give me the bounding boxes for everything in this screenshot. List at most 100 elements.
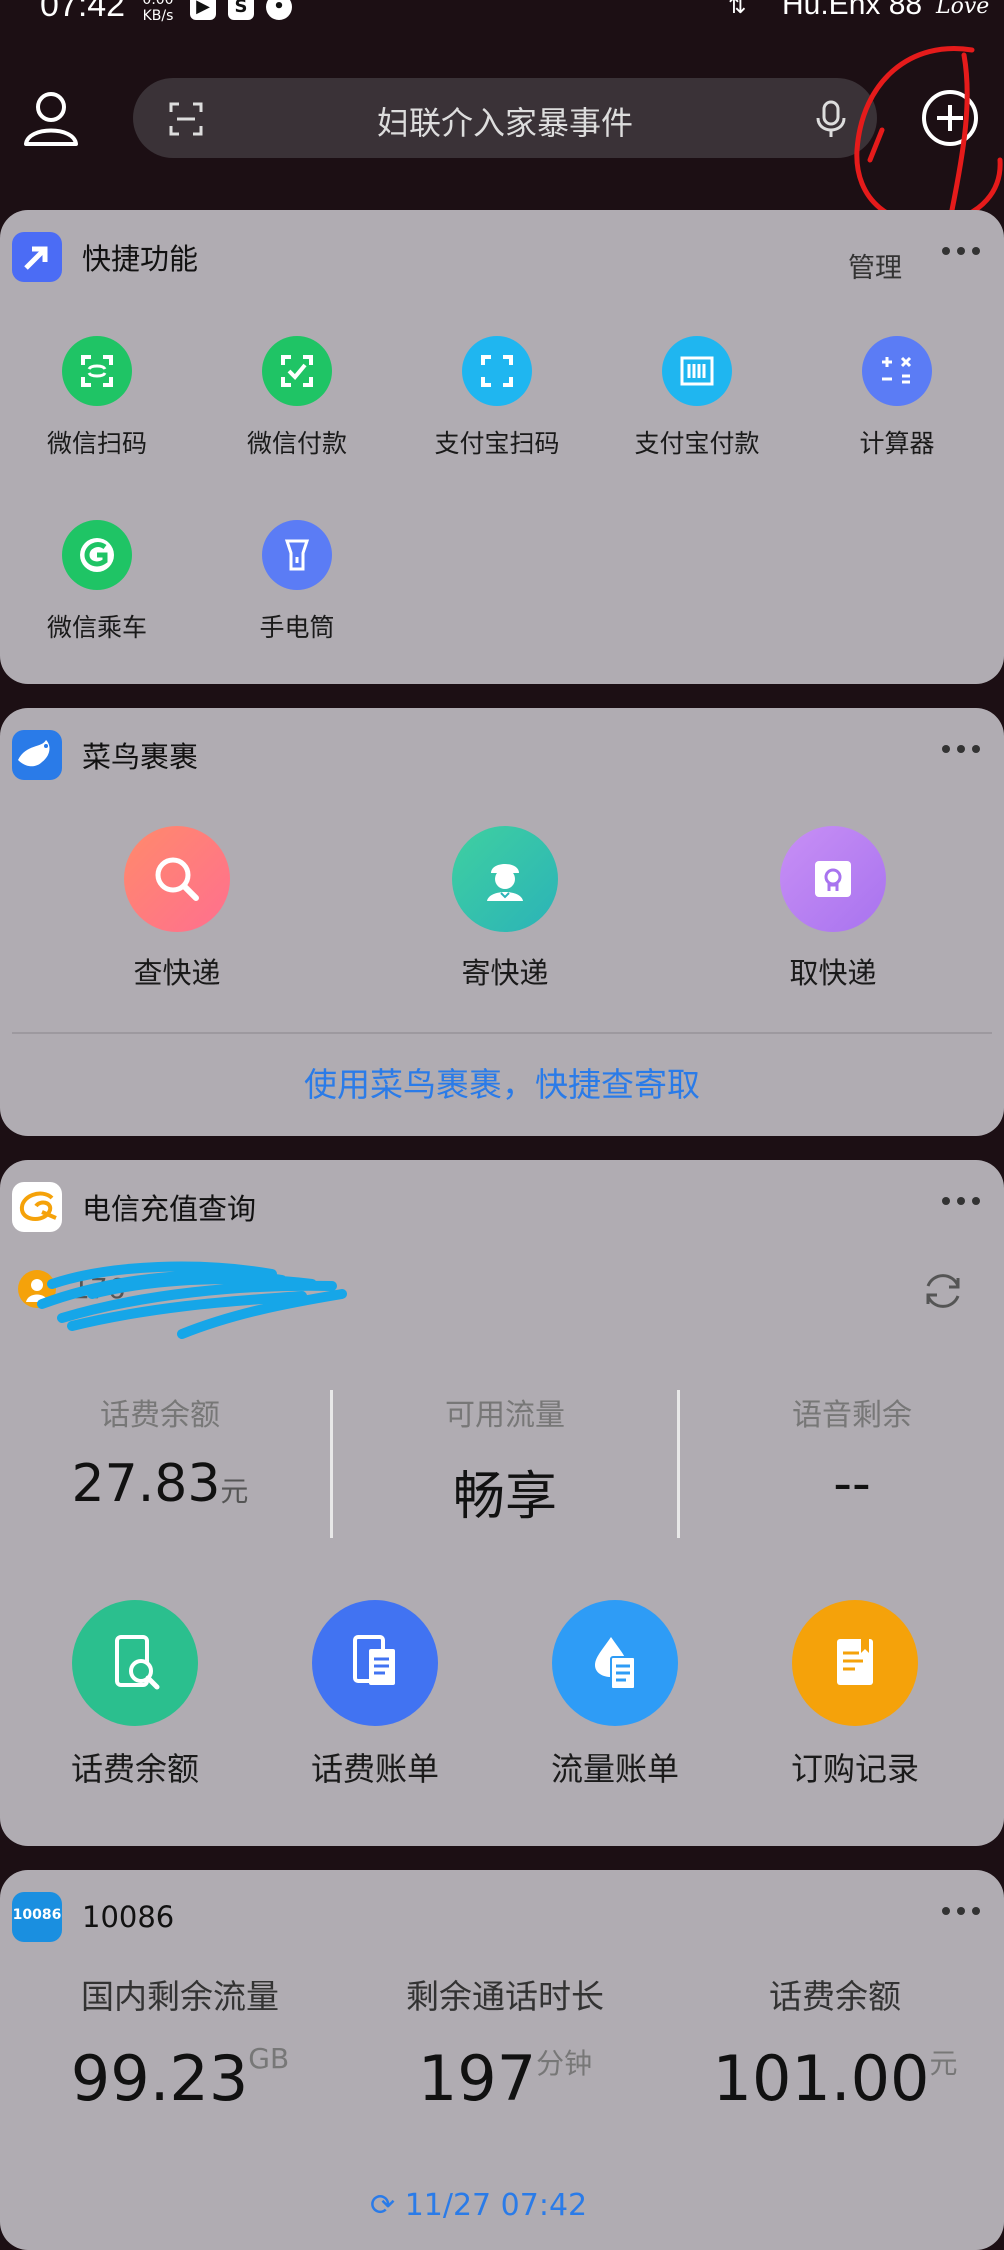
- shortcut-label: 微信付款: [246, 429, 347, 458]
- stat-phone-balance[interactable]: 话费余额 101.00元: [690, 1970, 980, 2115]
- network-speed-unit: KB/s: [142, 8, 174, 24]
- alipay-pay-icon: [662, 336, 732, 406]
- redaction-scribble: [37, 1261, 347, 1339]
- stat-unit: 元: [220, 1475, 249, 1508]
- cainiao-title: 菜鸟裹裹: [82, 740, 199, 774]
- shortcut-label: 支付宝付款: [634, 429, 760, 458]
- pickup-package-button[interactable]: 取快递: [733, 826, 933, 992]
- cainiao-bird-logo: [12, 730, 62, 780]
- love-text: Love: [936, 0, 990, 19]
- chat-bubble-icon: •: [266, 0, 292, 20]
- send-package-button[interactable]: 寄快递: [405, 826, 605, 992]
- stat-balance[interactable]: 话费余额 27.83元: [20, 1390, 300, 1514]
- divider: [12, 1032, 992, 1034]
- sync-icon: ⟳: [370, 2188, 396, 2223]
- more-options-icon[interactable]: [942, 1190, 990, 1205]
- profile-button[interactable]: [22, 88, 80, 146]
- stat-label: 话费余额: [769, 1977, 901, 2016]
- shortcut-wechat-ride[interactable]: 微信乘车: [17, 520, 177, 644]
- shortcut-flashlight[interactable]: 手电筒: [217, 520, 377, 644]
- telecom-title: 电信充值查询: [82, 1192, 257, 1226]
- add-button[interactable]: [920, 88, 980, 148]
- cmcc-title: 10086: [82, 1900, 175, 1934]
- shortcut-label: 手电筒: [259, 613, 335, 642]
- bill-icon: [312, 1600, 438, 1726]
- flashlight-icon: [262, 520, 332, 590]
- action-label: 订购记录: [790, 1750, 919, 1788]
- telecom-card: 电信充值查询 176 话费余额 27.83元 可用流量 畅享 语音剩余 -- 话…: [0, 1160, 1004, 1846]
- shortcut-calculator[interactable]: 计算器: [817, 336, 977, 460]
- shortcut-label: 微信扫码: [46, 429, 147, 458]
- stat-label: 话费余额: [100, 1398, 220, 1433]
- shortcut-label: 支付宝扫码: [434, 429, 560, 458]
- update-time[interactable]: ⟳ 11/27 07:42: [370, 2188, 587, 2223]
- query-package-button[interactable]: 查快递: [77, 826, 277, 992]
- shortcut-wechat-pay[interactable]: 微信付款: [217, 336, 377, 460]
- stat-value: 101.00元: [690, 2042, 980, 2115]
- courier-icon: [452, 826, 558, 932]
- wechat-pay-icon: [262, 336, 332, 406]
- china-mobile-logo: 10086: [12, 1892, 62, 1942]
- action-label: 话费余额: [70, 1750, 199, 1788]
- order-record-button[interactable]: 订购记录: [755, 1600, 955, 1790]
- divider: [330, 1390, 333, 1538]
- order-record-icon: [792, 1600, 918, 1726]
- more-options-icon[interactable]: [942, 240, 990, 255]
- shortcut-alipay-scan[interactable]: 支付宝扫码: [417, 336, 577, 460]
- stat-number: 畅享: [452, 1467, 557, 1527]
- network-speed: 0.00 KB/s: [138, 0, 178, 24]
- soul-app-icon: S: [228, 0, 254, 20]
- stat-value: --: [712, 1454, 992, 1514]
- wechat-scan-icon: [62, 336, 132, 406]
- action-label: 寄快递: [461, 956, 549, 990]
- phone-bill-button[interactable]: 话费账单: [275, 1600, 475, 1790]
- action-label: 流量账单: [550, 1750, 679, 1788]
- stat-value: 畅享: [365, 1454, 645, 1529]
- status-time: 07:42: [40, 0, 126, 24]
- stat-unit: 分钟: [536, 2047, 593, 2080]
- notification-icons: ▶ S •: [190, 0, 292, 20]
- stat-label: 可用流量: [445, 1398, 565, 1433]
- stat-label: 国内剩余流量: [81, 1977, 279, 2016]
- stat-call-time[interactable]: 剩余通话时长 197分钟: [365, 1970, 645, 2115]
- stat-remaining-data[interactable]: 国内剩余流量 99.23GB: [40, 1970, 320, 2115]
- more-options-icon[interactable]: [942, 738, 990, 753]
- stat-unit: 元: [929, 2047, 958, 2080]
- action-label: 话费账单: [310, 1750, 439, 1788]
- manage-link[interactable]: 管理: [848, 246, 902, 285]
- shortcut-alipay-pay[interactable]: 支付宝付款: [617, 336, 777, 460]
- logo-text: 10086: [12, 1907, 62, 1923]
- signal-icon: ⇅: [728, 0, 747, 19]
- shortcut-label: 微信乘车: [46, 613, 147, 642]
- cainiao-promo-link[interactable]: 使用菜鸟裹裹，快捷查寄取: [0, 1058, 1004, 1106]
- stat-value: 99.23GB: [40, 2042, 320, 2115]
- status-bar: 07:42 0.00 KB/s ▶ S • ⇅ Hu.Enx 88 Love: [0, 0, 1004, 40]
- calculator-icon: [862, 336, 932, 406]
- data-bill-button[interactable]: 流量账单: [515, 1600, 715, 1790]
- stat-value: 27.83元: [20, 1454, 300, 1514]
- data-bill-icon: [552, 1600, 678, 1726]
- quick-functions-header: 快捷功能: [12, 232, 198, 282]
- refresh-icon[interactable]: [918, 1266, 968, 1316]
- stat-label: 剩余通话时长: [406, 1977, 604, 2016]
- shortcut-wechat-scan[interactable]: 微信扫码: [17, 336, 177, 460]
- cmcc-header: 10086 10086: [12, 1892, 174, 1942]
- microphone-icon[interactable]: [815, 100, 847, 138]
- quick-functions-card: 快捷功能 管理 微信扫码 微信付款 支付宝扫码 支付宝付款 计算器 微信乘车 手…: [0, 210, 1004, 684]
- search-bar[interactable]: 妇联介入家暴事件: [133, 78, 877, 158]
- more-options-icon[interactable]: [942, 1900, 990, 1915]
- quick-functions-title: 快捷功能: [82, 242, 199, 276]
- stat-value: 197分钟: [365, 2042, 645, 2115]
- stat-number: --: [833, 1454, 871, 1514]
- stat-number: 27.83: [71, 1454, 221, 1514]
- update-time-text: 11/27 07:42: [404, 2188, 588, 2223]
- china-telecom-logo: [12, 1182, 62, 1232]
- carrier-name: Hu.Enx 88: [782, 0, 923, 21]
- telecom-header: 电信充值查询: [12, 1182, 256, 1232]
- user-icon: [24, 92, 78, 146]
- plus-circle-icon: [922, 90, 978, 146]
- balance-query-button[interactable]: 话费余额: [35, 1600, 235, 1790]
- search-input[interactable]: 妇联介入家暴事件: [133, 98, 877, 144]
- stat-voice[interactable]: 语音剩余 --: [712, 1390, 992, 1514]
- stat-data[interactable]: 可用流量 畅享: [365, 1390, 645, 1529]
